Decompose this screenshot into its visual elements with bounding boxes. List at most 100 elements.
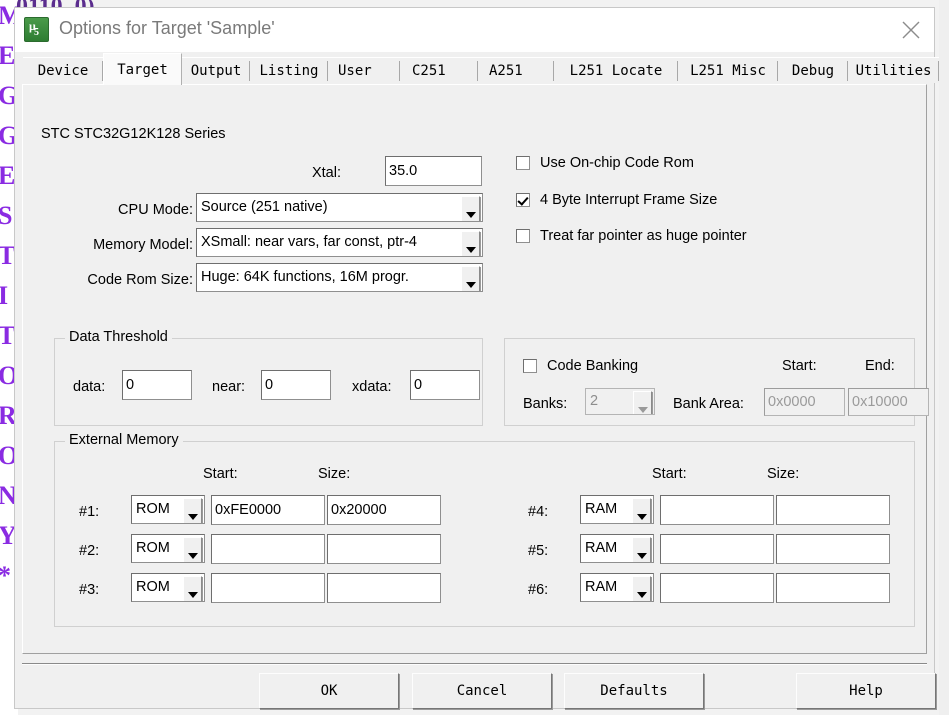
external-memory-type-value: ROM [136, 540, 170, 556]
external-memory-type-select-5[interactable]: RAM [580, 534, 654, 563]
cancel-button[interactable]: Cancel [412, 673, 552, 709]
external-memory-start-input-3[interactable] [211, 573, 325, 603]
checkbox-box[interactable] [516, 229, 530, 243]
checkbox-box[interactable] [523, 359, 537, 373]
chevron-down-icon[interactable] [633, 391, 652, 414]
close-icon [902, 21, 920, 39]
chevron-down-icon[interactable] [183, 576, 202, 601]
chevron-down-icon[interactable] [632, 498, 651, 523]
tab-a251[interactable]: A251 [478, 57, 554, 83]
memory-model-value: XSmall: near vars, far const, ptr-4 [201, 234, 417, 250]
defaults-button[interactable]: Defaults [564, 673, 704, 709]
external-memory-type-value: ROM [136, 501, 170, 517]
tab-device[interactable]: Device [23, 57, 103, 83]
xtal-label: Xtal: [311, 165, 341, 181]
tab-utilities[interactable]: Utilities [848, 57, 939, 83]
external-memory-type-value: RAM [585, 579, 618, 595]
tab-user[interactable]: User [328, 57, 400, 83]
checkbox-label: Use On-chip Code Rom [540, 155, 694, 171]
chevron-down-icon[interactable] [632, 576, 651, 601]
data-threshold-near-label: near: [212, 379, 246, 395]
external-memory-type-select-1[interactable]: ROM [131, 495, 205, 524]
checkbox-use-onchip-code-rom[interactable]: Use On-chip Code Rom [516, 155, 694, 171]
memory-model-label: Memory Model: [93, 237, 193, 253]
help-button[interactable]: Help [796, 673, 936, 709]
external-memory-type-value: ROM [136, 579, 170, 595]
cpu-mode-value: Source (251 native) [201, 199, 328, 215]
external-memory-size-input-1[interactable]: 0x20000 [327, 495, 441, 525]
banks-value: 2 [590, 393, 599, 409]
external-memory-type-select-4[interactable]: RAM [580, 495, 654, 524]
dialog-titlebar: μ 5 Options for Target 'Sample' [15, 8, 934, 53]
external-memory-start-label-left: Start: [203, 466, 238, 482]
device-series-label: STC STC32G12K128 Series [41, 126, 226, 142]
code-banking-group: Code Banking Banks: 2 Start: End: Bank A… [504, 338, 929, 426]
memory-model-select[interactable]: XSmall: near vars, far const, ptr-4 [196, 228, 483, 257]
external-memory-row-index: #3: [79, 582, 100, 598]
data-threshold-caption: Data Threshold [65, 329, 172, 345]
data-threshold-xdata-input[interactable]: 0 [410, 370, 480, 400]
checkbox-code-banking[interactable]: Code Banking [523, 358, 638, 374]
external-memory-size-input-2[interactable] [327, 534, 441, 564]
external-memory-start-input-2[interactable] [211, 534, 325, 564]
cpu-mode-select[interactable]: Source (251 native) [196, 193, 483, 222]
checkbox-box[interactable] [516, 156, 530, 170]
chevron-down-icon[interactable] [461, 196, 480, 221]
external-memory-row-index: #1: [79, 504, 100, 520]
bank-area-label: Bank Area: [673, 396, 744, 412]
checkbox-4-byte-interrupt-frame-size[interactable]: 4 Byte Interrupt Frame Size [516, 192, 717, 208]
bank-area-end-input[interactable]: 0x10000 [848, 388, 929, 416]
external-memory-size-input-3[interactable] [327, 573, 441, 603]
chevron-down-icon[interactable] [632, 537, 651, 562]
chevron-down-icon[interactable] [183, 498, 202, 523]
data-threshold-xdata-label: xdata: [352, 379, 392, 395]
tab-l251-misc[interactable]: L251 Misc [678, 57, 778, 83]
chevron-down-icon[interactable] [183, 537, 202, 562]
data-threshold-near-input[interactable]: 0 [261, 370, 331, 400]
xtal-input[interactable]: 35.0 [385, 156, 482, 186]
tab-label: L251 Misc [690, 62, 766, 79]
checkbox-label: Treat far pointer as huge pointer [540, 228, 747, 244]
external-memory-size-input-5[interactable] [776, 534, 890, 564]
external-memory-start-input-4[interactable] [660, 495, 774, 525]
checkbox-treat-far-pointer-as-huge-pointer[interactable]: Treat far pointer as huge pointer [516, 228, 747, 244]
external-memory-size-input-6[interactable] [776, 573, 890, 603]
tab-label: Listing [259, 62, 319, 79]
ok-button[interactable]: OK [259, 673, 399, 709]
tab-c251[interactable]: C251 [400, 57, 478, 83]
checkbox-box[interactable] [516, 193, 530, 207]
close-button[interactable] [888, 8, 934, 51]
external-memory-start-input-1[interactable]: 0xFE0000 [211, 495, 325, 525]
data-threshold-data-input[interactable]: 0 [122, 370, 192, 400]
external-memory-row-index: #5: [528, 543, 549, 559]
tab-label: Utilities [855, 62, 932, 79]
banks-select[interactable]: 2 [585, 388, 655, 415]
tab-label: User [338, 62, 372, 79]
chevron-down-icon[interactable] [461, 231, 480, 256]
tab-debug[interactable]: Debug [778, 57, 848, 83]
external-memory-start-input-5[interactable] [660, 534, 774, 564]
chevron-down-icon[interactable] [461, 266, 480, 291]
external-memory-start-label-right: Start: [652, 466, 687, 482]
external-memory-caption: External Memory [65, 432, 183, 448]
bank-area-start-input[interactable]: 0x0000 [764, 388, 845, 416]
bottom-separator [22, 663, 927, 665]
options-dialog: μ 5 Options for Target 'Sample' Device T… [14, 7, 939, 709]
external-memory-start-input-6[interactable] [660, 573, 774, 603]
code-rom-size-select[interactable]: Huge: 64K functions, 16M progr. [196, 263, 483, 292]
external-memory-type-select-3[interactable]: ROM [131, 573, 205, 602]
background-right-strip [939, 0, 949, 715]
code-rom-size-value: Huge: 64K functions, 16M progr. [201, 269, 409, 285]
external-memory-type-value: RAM [585, 540, 618, 556]
tab-strip: Device Target Output Listing User C251 A… [15, 52, 939, 85]
external-memory-size-input-4[interactable] [776, 495, 890, 525]
tab-target[interactable]: Target [103, 53, 182, 85]
tab-output[interactable]: Output [182, 57, 250, 83]
uvision-logo-icon: μ 5 [24, 17, 49, 42]
tab-l251-locate[interactable]: L251 Locate [554, 57, 678, 83]
tab-listing[interactable]: Listing [250, 57, 328, 83]
target-tab-page: STC STC32G12K128 Series Xtal: 35.0 CPU M… [22, 84, 929, 654]
external-memory-type-select-2[interactable]: ROM [131, 534, 205, 563]
external-memory-size-label-left: Size: [318, 466, 351, 482]
external-memory-type-select-6[interactable]: RAM [580, 573, 654, 602]
